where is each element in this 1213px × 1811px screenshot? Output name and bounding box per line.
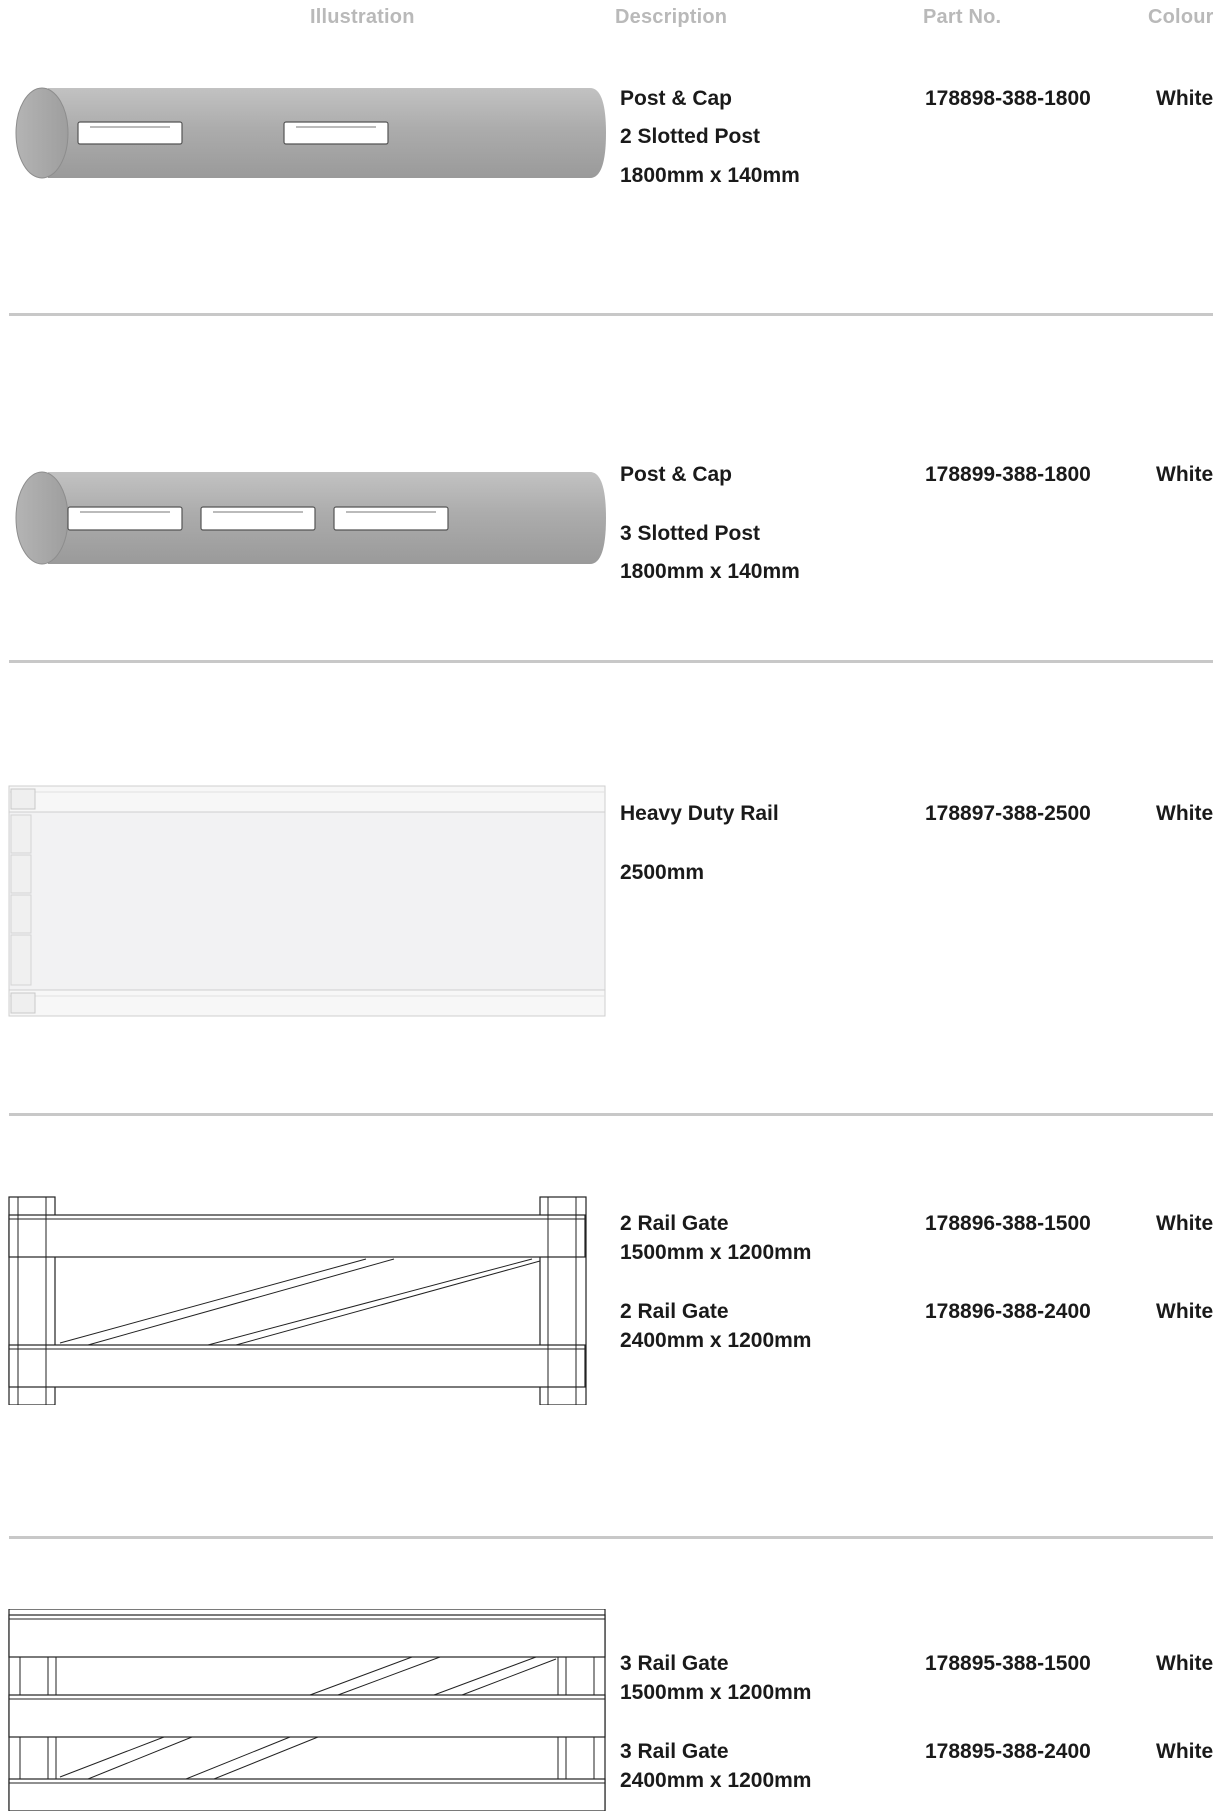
row-divider [9,1113,1213,1116]
row-divider [9,1536,1213,1539]
description-line: 3 Slotted Post [620,522,761,545]
variant-size: 2400mm x 1200mm [620,1769,812,1792]
colour-value: White [1156,87,1213,110]
colour-value: White [1156,1652,1213,1675]
variant-size: 1500mm x 1200mm [620,1681,812,1704]
colour-value: White [1156,1740,1213,1763]
description-line: 2500mm [620,861,705,884]
header-colour: Colour [1148,6,1213,28]
post-3-slot-illustration [15,471,606,565]
description-line: 1800mm x 140mm [620,560,800,583]
description-line: 1800mm x 140mm [620,164,800,187]
colour-value: White [1156,1212,1213,1235]
part-number: 178898-388-1800 [925,87,1091,110]
description-line: Heavy Duty Rail [620,802,779,825]
part-number: 178895-388-1500 [925,1652,1091,1675]
rail-illustration [8,785,606,1017]
post-2-slot-illustration [15,87,606,179]
part-number: 178897-388-2500 [925,802,1091,825]
variant-name: 3 Rail Gate [620,1652,729,1675]
row-divider [9,313,1213,316]
gate-3-rail-illustration [8,1609,606,1811]
variant-name: 2 Rail Gate [620,1212,729,1235]
variant-name: 3 Rail Gate [620,1740,729,1763]
variant-size: 2400mm x 1200mm [620,1329,812,1352]
variant-size: 1500mm x 1200mm [620,1241,812,1264]
header-part-no: Part No. [923,6,1002,28]
gate-2-rail-illustration [8,1196,587,1405]
part-number: 178896-388-2400 [925,1300,1091,1323]
description-line: 2 Slotted Post [620,125,761,148]
description-line: Post & Cap [620,463,733,486]
variant-name: 2 Rail Gate [620,1300,729,1323]
part-number: 178895-388-2400 [925,1740,1091,1763]
colour-value: White [1156,1300,1213,1323]
part-number: 178896-388-1500 [925,1212,1091,1235]
colour-value: White [1156,802,1213,825]
description-line: Post & Cap [620,87,733,110]
part-number: 178899-388-1800 [925,463,1091,486]
header-illustration: Illustration [310,6,415,28]
colour-value: White [1156,463,1213,486]
row-divider [9,660,1213,663]
header-description: Description [615,6,728,28]
